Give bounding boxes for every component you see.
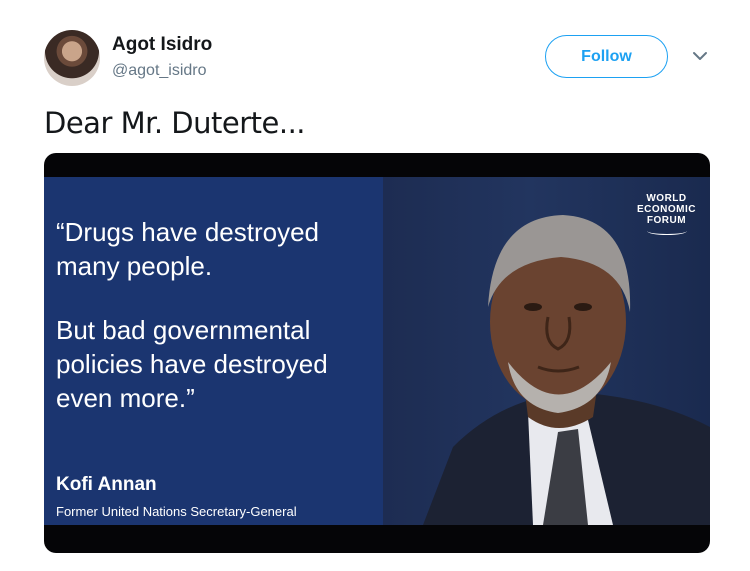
chevron-down-icon[interactable] bbox=[690, 48, 710, 64]
user-handle[interactable]: @agot_isidro bbox=[112, 62, 207, 80]
tweet-text: Dear Mr. Duterte... bbox=[44, 106, 306, 140]
quote-paragraph-1: “Drugs have destroyed many people. bbox=[56, 217, 320, 281]
quote-text: “Drugs have destroyed many people. But b… bbox=[56, 215, 376, 445]
follow-button[interactable]: Follow bbox=[545, 35, 668, 78]
quote-author-title: Former United Nations Secretary-General bbox=[56, 504, 297, 519]
quote-paragraph-2: But bad governmental policies have destr… bbox=[56, 315, 328, 413]
avatar[interactable] bbox=[44, 30, 100, 86]
logo-line-3: FORUM bbox=[646, 215, 687, 226]
quote-author: Kofi Annan bbox=[56, 474, 157, 495]
logo-line-2: ECONOMIC bbox=[637, 204, 696, 215]
tweet-media-image[interactable]: “Drugs have destroyed many people. But b… bbox=[44, 153, 710, 553]
quote-panel: “Drugs have destroyed many people. But b… bbox=[44, 177, 383, 525]
world-economic-forum-logo: WORLD ECONOMIC FORUM bbox=[637, 193, 696, 235]
logo-arc bbox=[646, 227, 687, 235]
logo-line-1: WORLD bbox=[646, 193, 687, 204]
person-photo: WORLD ECONOMIC FORUM bbox=[383, 177, 710, 525]
display-name[interactable]: Agot Isidro bbox=[112, 34, 212, 56]
